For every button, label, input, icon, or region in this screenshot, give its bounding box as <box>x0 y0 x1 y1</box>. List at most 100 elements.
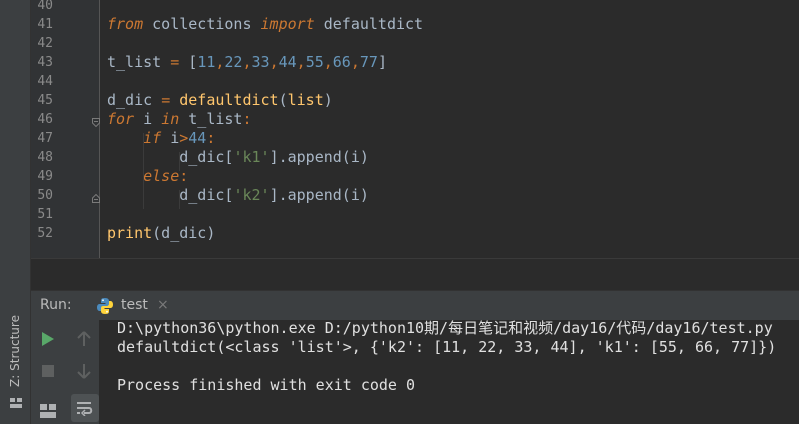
line-number: 49 <box>37 169 53 184</box>
run-tab-test[interactable]: test × <box>91 291 211 321</box>
code-token: t_list <box>179 110 243 128</box>
arrow-down-icon <box>77 364 91 379</box>
line-number: 40 <box>37 0 53 13</box>
arrow-up-icon <box>77 331 91 346</box>
console-line: defaultdict(<class 'list'>, {'k2': [11, … <box>117 338 777 356</box>
line-number: 47 <box>37 131 53 146</box>
code-token: defaultdict <box>314 15 424 33</box>
code-line: 49 else: <box>31 167 799 186</box>
code-token: : <box>242 110 252 128</box>
console-line: D:\python36\python.exe D:/python10期/每日笔记… <box>117 319 773 337</box>
code-token: d_dic <box>107 91 162 109</box>
code-token: , <box>242 53 252 71</box>
editor-bottom-area <box>31 258 799 291</box>
structure-icon[interactable] <box>10 398 22 408</box>
console-line: Process finished with exit code 0 <box>117 376 416 394</box>
code-token: : <box>179 167 189 185</box>
code-token: , <box>323 53 333 71</box>
line-number: 44 <box>37 74 53 89</box>
code-text: if i>44: <box>107 129 215 148</box>
code-token: d_dic[ <box>107 186 234 204</box>
run-panel-label: Run: <box>40 297 72 313</box>
rerun-button[interactable] <box>37 328 59 350</box>
code-text: d_dic['k1'].append(i) <box>107 148 369 167</box>
code-line: 44 <box>31 72 799 91</box>
code-token: for <box>107 110 135 128</box>
code-text: d_dic = defaultdict(list) <box>107 91 333 110</box>
run-console-output[interactable]: D:\python36\python.exe D:/python10期/每日笔记… <box>99 319 799 424</box>
structure-tab-label: Z: Structure <box>8 315 22 387</box>
line-number: 43 <box>37 55 53 70</box>
line-number: 45 <box>37 93 53 108</box>
soft-wrap-button[interactable] <box>71 394 99 422</box>
stop-icon <box>42 365 54 377</box>
code-token: : <box>206 129 216 147</box>
code-token: defaultdict <box>179 91 279 109</box>
code-text: from collections import defaultdict <box>107 15 423 34</box>
code-token: ( <box>278 91 288 109</box>
soft-wrap-icon <box>77 402 93 416</box>
code-token: > <box>179 129 189 147</box>
code-token: , <box>296 53 306 71</box>
code-token: ].append(i) <box>269 148 369 166</box>
code-token: 66 <box>332 53 351 71</box>
code-token: 'k1' <box>233 148 270 166</box>
code-token: [ <box>179 53 198 71</box>
code-token: collections <box>143 15 261 33</box>
fold-open-icon[interactable] <box>92 118 100 127</box>
code-token: 11 <box>197 53 216 71</box>
code-token: 22 <box>224 53 243 71</box>
play-icon <box>42 332 54 346</box>
code-line: 45 d_dic = defaultdict(list) <box>31 91 799 110</box>
indent-guide <box>179 190 180 209</box>
code-token: from <box>107 15 144 33</box>
code-token: print <box>107 224 153 242</box>
code-token: in <box>161 110 180 128</box>
code-token: 33 <box>251 53 270 71</box>
code-token: = <box>170 53 180 71</box>
code-token: 44 <box>188 129 207 147</box>
close-icon[interactable]: × <box>157 297 169 313</box>
code-token: 'k2' <box>233 186 270 204</box>
code-line: 41 from collections import defaultdict <box>31 15 799 34</box>
code-token: 44 <box>278 53 297 71</box>
code-line: 52 print(d_dic) <box>31 224 799 243</box>
line-number: 46 <box>37 112 53 127</box>
code-token: (d_dic) <box>152 224 216 242</box>
stop-button[interactable] <box>37 360 59 382</box>
code-token: ) <box>323 91 333 109</box>
structure-tool-tab[interactable]: Z: Structure <box>4 310 26 392</box>
code-token: , <box>269 53 279 71</box>
code-token: i <box>134 110 162 128</box>
code-line: 47 if i>44: <box>31 129 799 148</box>
indent-guide <box>179 152 180 171</box>
code-token: t_list <box>107 53 171 71</box>
code-editor[interactable]: 40 41 from collections import defaultdict 4… <box>31 0 799 258</box>
layout-button[interactable] <box>37 400 59 422</box>
python-icon <box>97 298 113 314</box>
code-line: 50 d_dic['k2'].append(i) <box>31 186 799 205</box>
code-text: t_list = [11,22,33,44,55,66,77] <box>107 53 387 72</box>
run-tab-label: test <box>121 297 148 313</box>
scroll-down-button[interactable] <box>73 360 95 382</box>
code-token: else <box>143 167 180 185</box>
line-number: 42 <box>37 36 53 51</box>
line-number: 50 <box>37 188 53 203</box>
code-line: 43 t_list = [11,22,33,44,55,66,77] <box>31 53 799 72</box>
line-number: 52 <box>37 226 53 241</box>
run-toolbar <box>31 320 99 424</box>
indent-guide <box>143 133 144 209</box>
code-token: ].append(i) <box>269 186 369 204</box>
code-token: , <box>350 53 360 71</box>
code-token: d_dic[ <box>107 148 234 166</box>
fold-close-icon[interactable] <box>92 194 100 203</box>
code-token: 77 <box>359 53 378 71</box>
line-number: 51 <box>37 207 53 222</box>
code-text: for i in t_list: <box>107 110 252 129</box>
code-token: import <box>260 15 315 33</box>
code-token: i <box>161 129 180 147</box>
code-line: 51 <box>31 205 799 224</box>
scroll-up-button[interactable] <box>73 328 95 350</box>
